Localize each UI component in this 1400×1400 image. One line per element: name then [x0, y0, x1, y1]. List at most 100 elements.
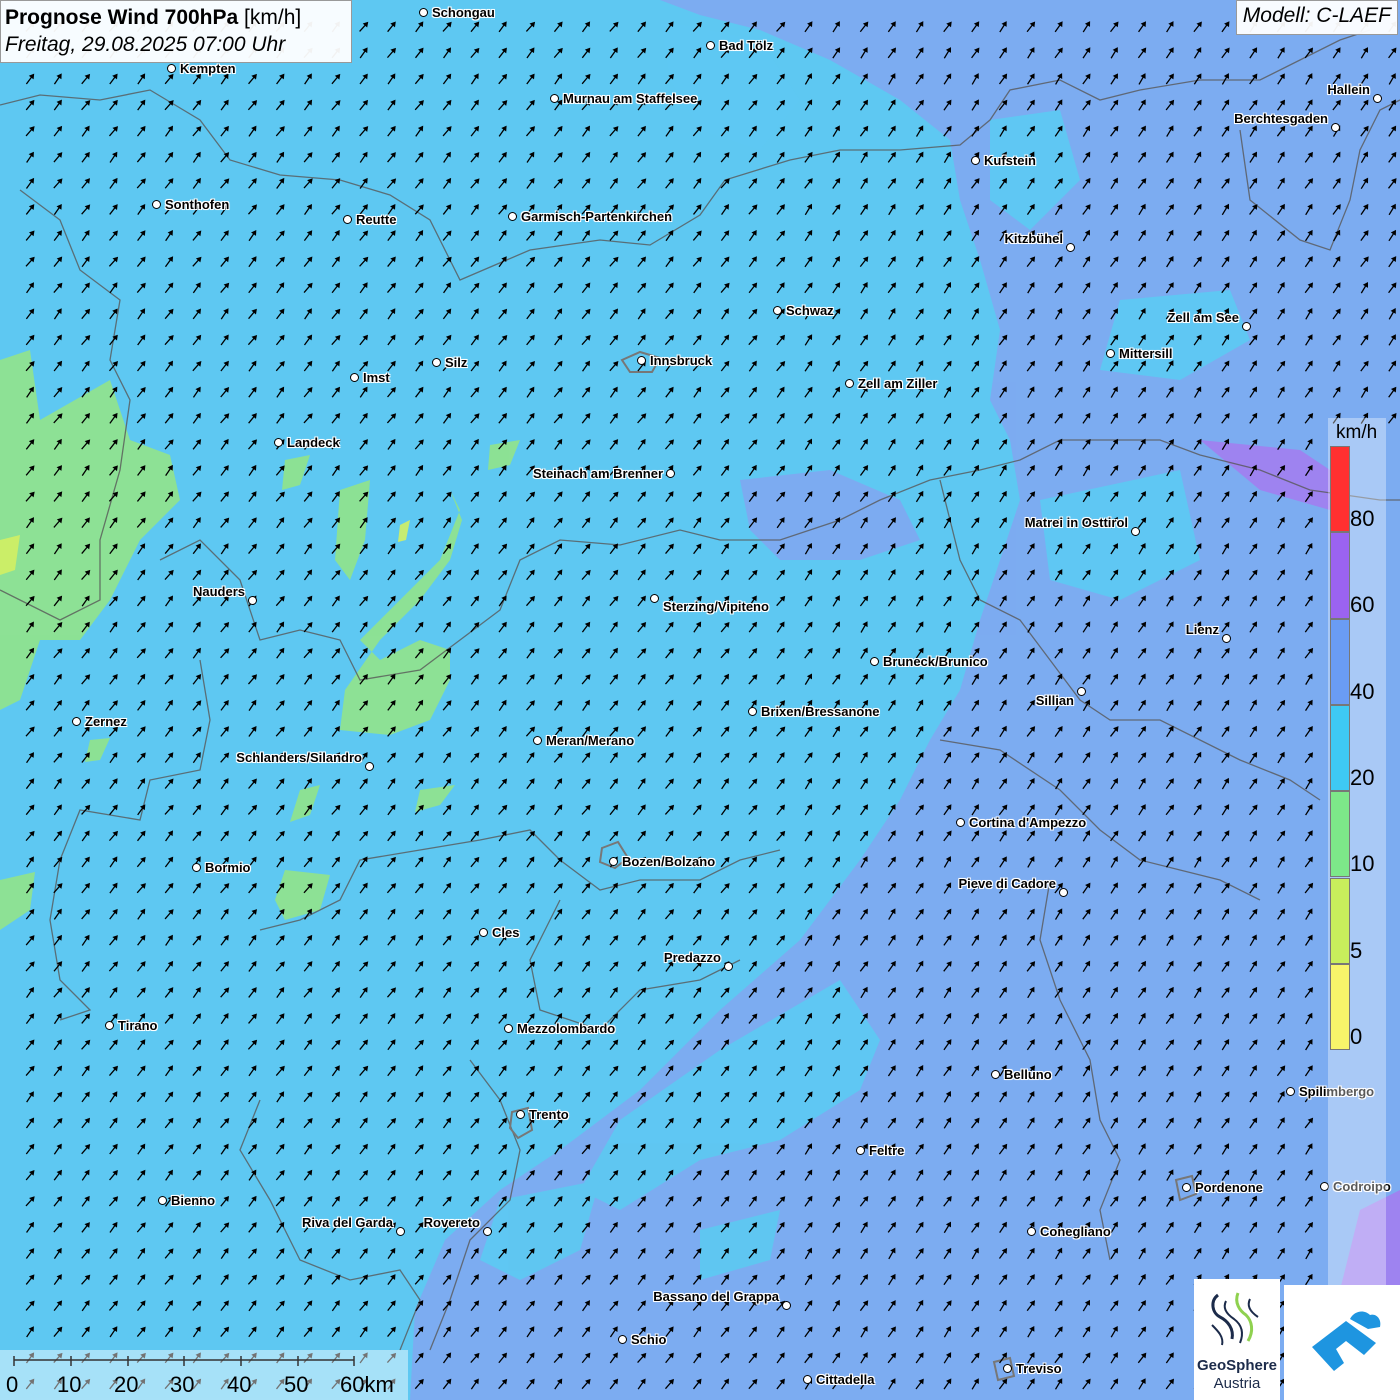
city-label: Schio — [631, 1332, 667, 1347]
city-marker-icon — [991, 1070, 1000, 1079]
city-label: Landeck — [287, 435, 340, 450]
city-label: Mittersill — [1119, 346, 1173, 361]
city-marker-icon — [274, 438, 283, 447]
city-label: Mezzolombardo — [517, 1021, 616, 1036]
forecast-datetime: Freitag, 29.08.2025 07:00 Uhr — [5, 33, 286, 56]
city-marker-icon — [248, 596, 257, 605]
city-label: Sterzing/Vipiteno — [663, 599, 769, 614]
city-label: Riva del Garda — [301, 1215, 393, 1230]
city-marker-icon — [479, 928, 488, 937]
city-label: Feltre — [869, 1143, 905, 1158]
legend-color-bin — [1330, 532, 1350, 619]
city-label: Sillian — [1035, 693, 1074, 708]
cloud-logo-icon — [1312, 1311, 1381, 1371]
scale-bar-label: 30 — [170, 1372, 195, 1397]
city-marker-icon — [706, 41, 715, 50]
city-marker-icon — [365, 762, 374, 771]
city-marker-icon — [724, 962, 733, 971]
city-label: Schlanders/Silandro — [236, 750, 362, 765]
city-marker-icon — [1222, 634, 1231, 643]
city-marker-icon — [432, 358, 441, 367]
model-label: Modell: C-LAEF — [1235, 0, 1398, 35]
city-marker-icon — [609, 857, 618, 866]
geosphere-name: GeoSphere — [1196, 1357, 1278, 1374]
city-marker-icon — [1027, 1227, 1036, 1236]
city-label: Belluno — [1004, 1067, 1052, 1082]
legend-bin-label: 10 — [1350, 851, 1375, 877]
scale-bar: 0 10 20 30 40 50 60km — [0, 1350, 408, 1400]
city-marker-icon — [1373, 94, 1382, 103]
map-title: Prognose Wind 700hPa [km/h] — [5, 6, 302, 29]
city-marker-icon — [1003, 1364, 1012, 1373]
city-marker-icon — [483, 1227, 492, 1236]
city-label: Bruneck/Brunico — [883, 654, 988, 669]
city-marker-icon — [504, 1024, 513, 1033]
city-marker-icon — [956, 818, 965, 827]
city-marker-icon — [773, 306, 782, 315]
city-label: Garmisch-Partenkirchen — [521, 209, 673, 224]
city-label: Zell am Ziller — [858, 376, 938, 391]
city-label: Pieve di Cadore — [958, 876, 1056, 891]
city-marker-icon — [419, 8, 428, 17]
city-marker-icon — [1066, 243, 1075, 252]
legend-color-bin — [1330, 704, 1350, 792]
city-marker-icon — [343, 215, 352, 224]
city-marker-icon — [666, 469, 675, 478]
city-marker-icon — [856, 1146, 865, 1155]
legend-bin-label: 60 — [1350, 592, 1375, 618]
scale-bar-label: 10 — [57, 1372, 82, 1397]
city-label: Conegliano — [1040, 1224, 1111, 1239]
city-marker-icon — [637, 356, 646, 365]
scale-bar-label: 40 — [227, 1372, 252, 1397]
geosphere-logo: GeoSphere Austria — [1194, 1279, 1280, 1400]
city-label: Murnau am Staffelsee — [563, 91, 698, 106]
city-marker-icon — [1242, 322, 1251, 331]
geosphere-emblem-icon — [1211, 1292, 1259, 1346]
city-marker-icon — [1286, 1087, 1295, 1096]
city-label: Cles — [492, 925, 520, 940]
scale-bar-label: 20 — [114, 1372, 139, 1397]
city-marker-icon — [1131, 527, 1140, 536]
legend-unit: km/h — [1336, 422, 1378, 443]
city-marker-icon — [167, 64, 176, 73]
city-label: Imst — [363, 370, 390, 385]
city-label: Kufstein — [984, 153, 1036, 168]
city-marker-icon — [72, 717, 81, 726]
city-label: Hallein — [1327, 82, 1370, 97]
city-marker-icon — [1059, 888, 1068, 897]
city-marker-icon — [782, 1301, 791, 1310]
city-label: Kitzbühel — [1004, 231, 1064, 246]
wind-forecast-map: Prognose Wind 700hPa [km/h] Freitag, 29.… — [0, 0, 1400, 1400]
weather-app-logo — [1284, 1285, 1400, 1400]
city-label: Bassano del Grappa — [653, 1289, 779, 1304]
city-label: Treviso — [1016, 1361, 1062, 1376]
legend-color-bin — [1330, 618, 1350, 705]
city-marker-icon — [1331, 123, 1340, 132]
legend-color-bin — [1330, 791, 1350, 878]
city-label: Kempten — [180, 61, 236, 76]
legend-bin-label: 20 — [1350, 764, 1375, 790]
city-marker-icon — [650, 594, 659, 603]
city-label: Schongau — [432, 5, 495, 20]
city-label: Zernez — [85, 714, 127, 729]
city-marker-icon — [533, 736, 542, 745]
legend-bin-label: 80 — [1350, 506, 1375, 531]
legend-bin-label: 0 — [1350, 1023, 1363, 1049]
city-marker-icon — [152, 200, 161, 209]
city-marker-icon — [516, 1110, 525, 1119]
legend-color-bin — [1330, 446, 1350, 533]
city-label: Schwaz — [786, 303, 834, 318]
legend-color-bin — [1330, 963, 1350, 1051]
city-label: Pordenone — [1195, 1180, 1263, 1195]
city-label: Trento — [529, 1107, 569, 1122]
city-marker-icon — [396, 1227, 405, 1236]
city-marker-icon — [803, 1375, 812, 1384]
city-marker-icon — [105, 1021, 114, 1030]
city-label: Predazzo — [663, 950, 721, 965]
city-marker-icon — [845, 379, 854, 388]
city-marker-icon — [748, 707, 757, 716]
city-marker-icon — [508, 212, 517, 221]
scale-bar-label: 50 — [284, 1372, 309, 1397]
city-label: Cortina d'Ampezzo — [969, 815, 1087, 830]
city-label: Brixen/Bressanone — [761, 704, 880, 719]
